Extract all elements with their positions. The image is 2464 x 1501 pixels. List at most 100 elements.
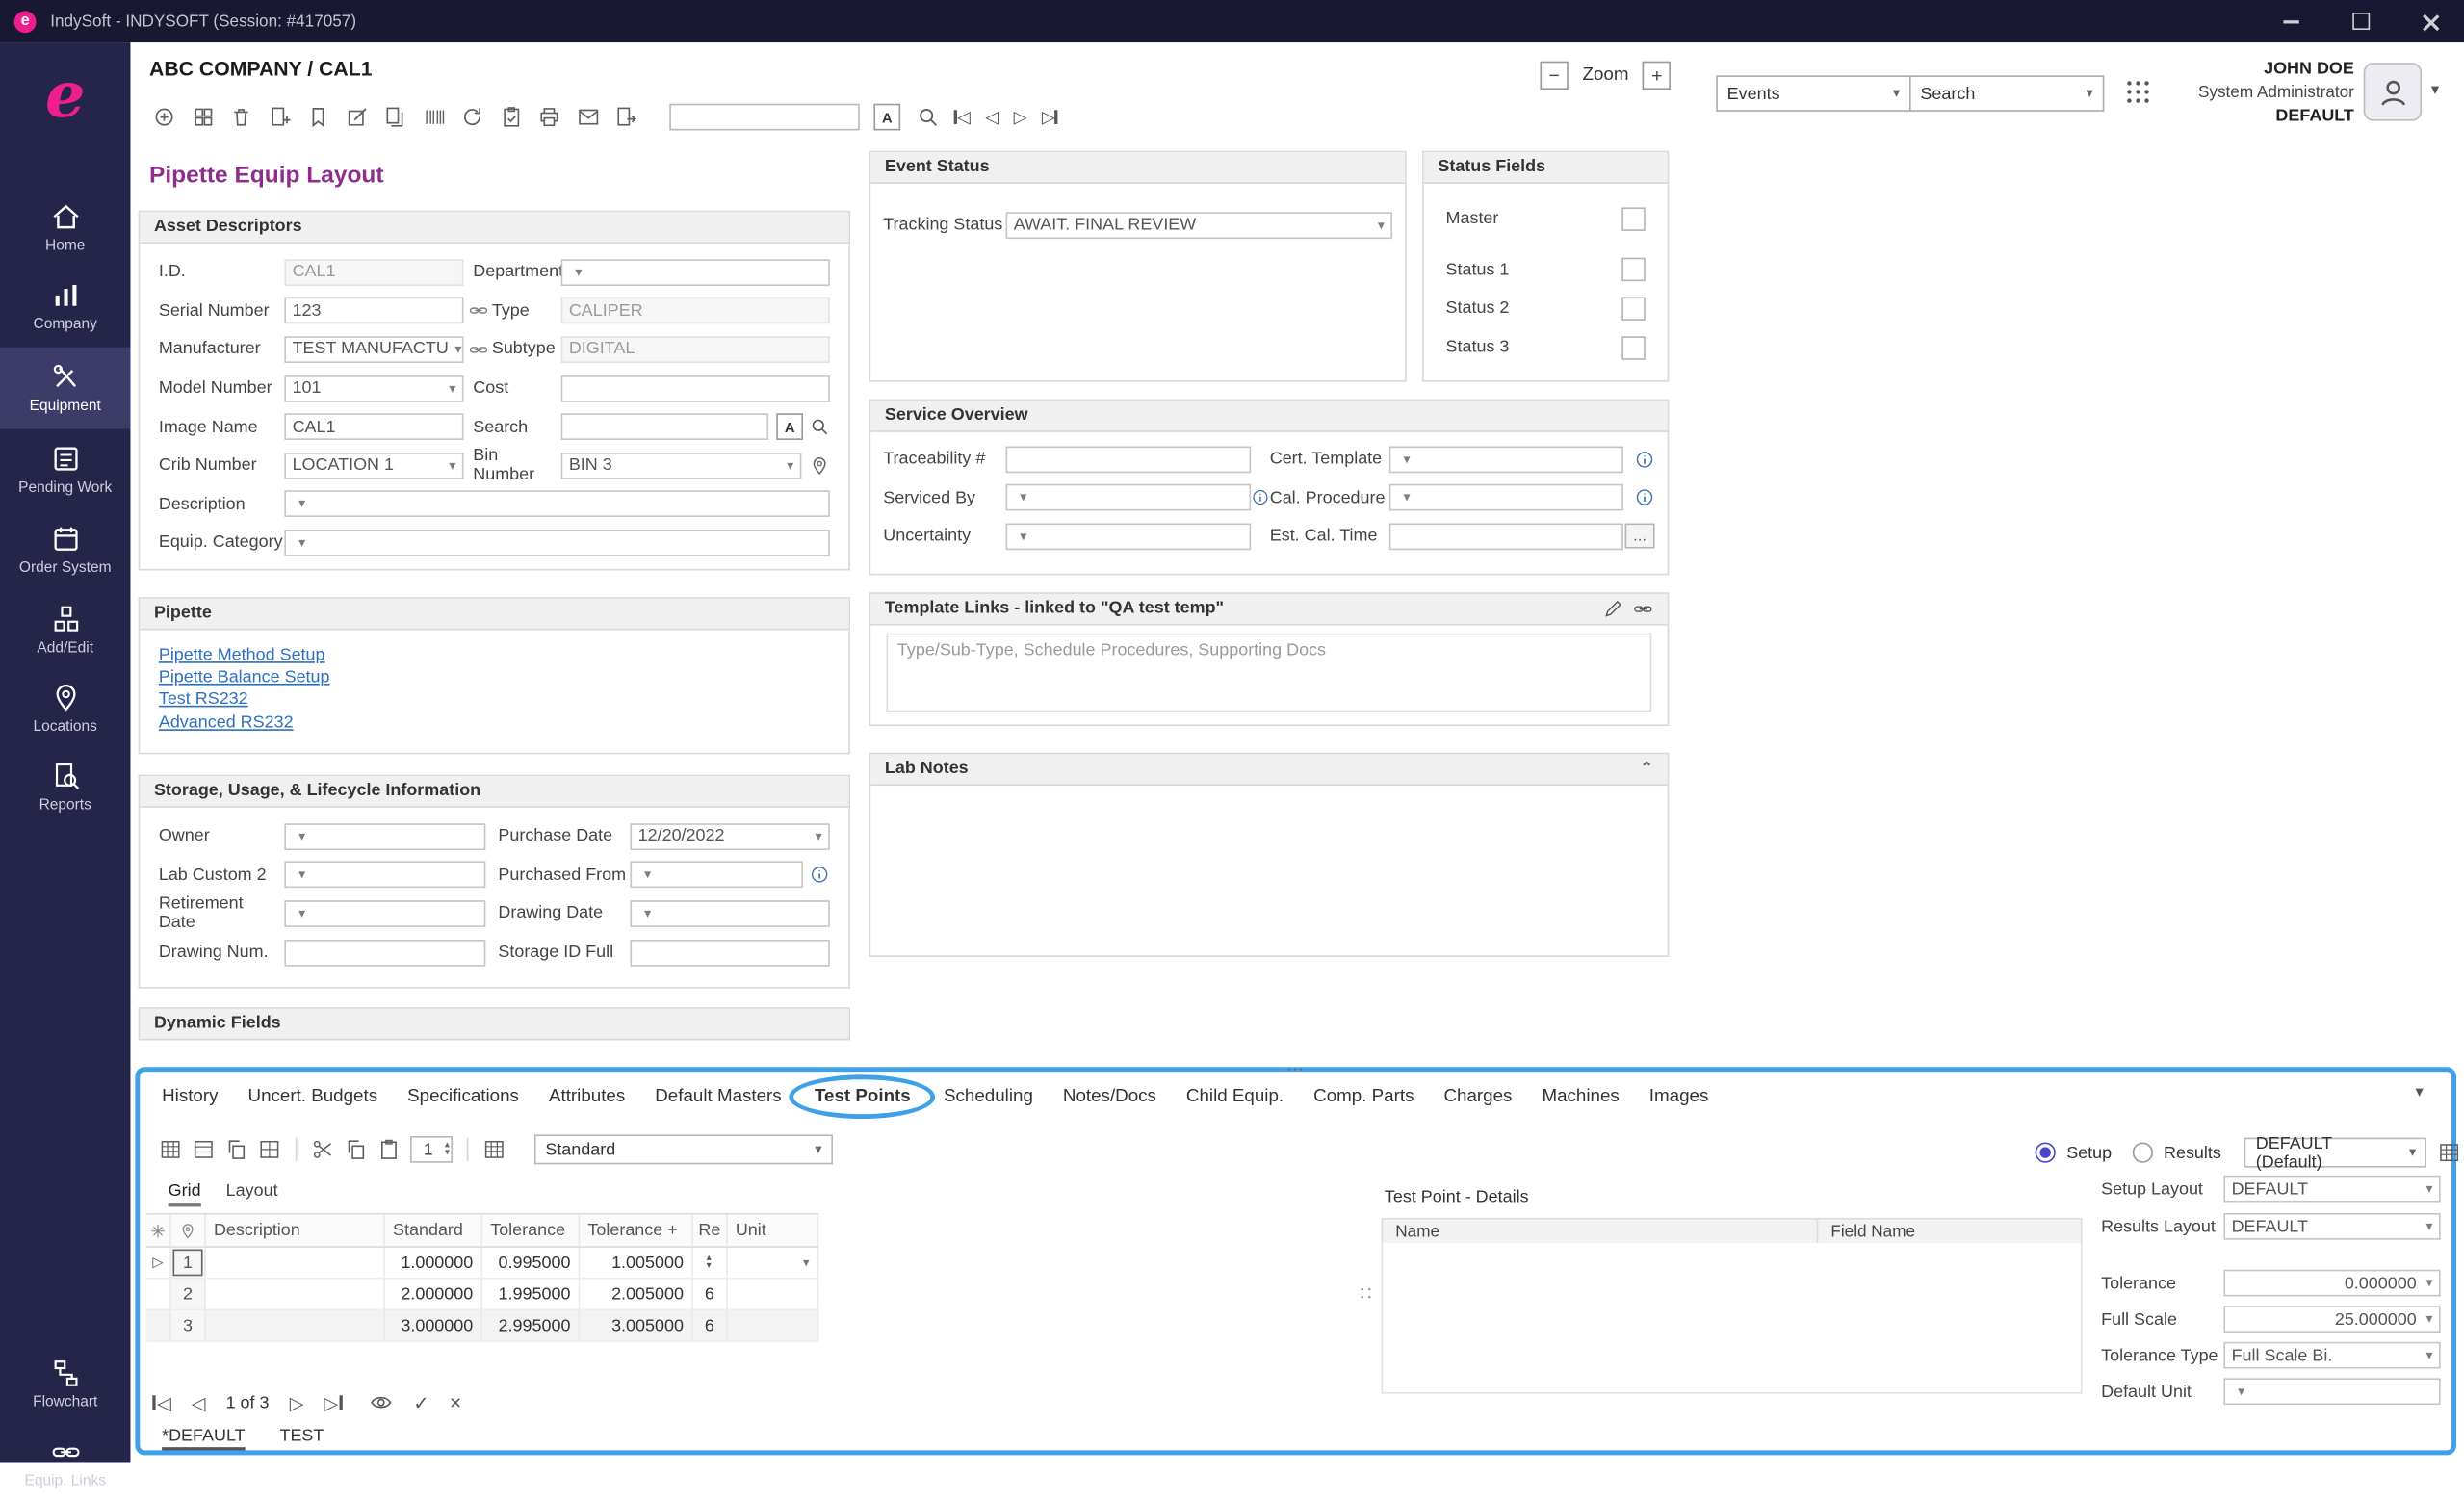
results-layout-dropdown[interactable]: DEFAULT bbox=[2223, 1213, 2440, 1240]
sidebar-item-order-system[interactable]: Order System bbox=[0, 512, 130, 587]
bookmark-icon[interactable] bbox=[306, 105, 329, 128]
view-grid-icon[interactable] bbox=[159, 1138, 182, 1161]
description-cell[interactable] bbox=[206, 1310, 385, 1340]
tab-uncert-budgets[interactable]: Uncert. Budgets bbox=[248, 1087, 378, 1106]
email-icon[interactable] bbox=[576, 105, 599, 128]
row-settings-icon[interactable] bbox=[149, 1222, 167, 1239]
duplicate-view-icon[interactable] bbox=[224, 1138, 247, 1161]
export-icon[interactable] bbox=[614, 105, 637, 128]
columns-icon[interactable] bbox=[482, 1138, 506, 1161]
est-cal-time-more-button[interactable]: … bbox=[1625, 524, 1655, 549]
add-icon[interactable] bbox=[152, 105, 175, 128]
full-scale-dropdown[interactable]: 25.000000 bbox=[2223, 1306, 2440, 1333]
column-header[interactable]: Tolerance bbox=[482, 1215, 580, 1247]
storage-id-full-field[interactable] bbox=[630, 939, 829, 966]
checklist-icon[interactable] bbox=[499, 105, 522, 128]
tab-child-equip[interactable]: Child Equip. bbox=[1186, 1087, 1284, 1106]
image-search-field[interactable] bbox=[561, 414, 768, 441]
pin-column-icon[interactable] bbox=[179, 1222, 196, 1239]
pipette-method-setup-link[interactable]: Pipette Method Setup bbox=[159, 644, 830, 666]
collapse-lab-notes-icon[interactable]: ⌃ bbox=[1640, 754, 1653, 784]
tolerance-minus-cell[interactable]: 2.995000 bbox=[482, 1310, 580, 1340]
avatar[interactable] bbox=[2364, 63, 2422, 120]
edit-icon[interactable] bbox=[345, 105, 368, 128]
lab-custom2-dropdown[interactable] bbox=[284, 862, 485, 889]
expand-row-icon[interactable]: ▷ bbox=[152, 1254, 163, 1271]
subtype-link-icon[interactable] bbox=[468, 340, 488, 360]
master-checkbox[interactable] bbox=[1621, 207, 1645, 230]
layout-select[interactable]: DEFAULT (Default) bbox=[2244, 1138, 2426, 1168]
manufacturer-dropdown[interactable]: TEST MANUFACTU bbox=[284, 336, 463, 363]
last-page-button[interactable]: ▷ bbox=[324, 1391, 342, 1413]
purchased-from-info-icon[interactable] bbox=[810, 865, 830, 885]
cal-procedure-info-icon[interactable] bbox=[1634, 488, 1654, 508]
previous-page-button[interactable]: ◁ bbox=[192, 1391, 205, 1413]
column-header[interactable]: Unit bbox=[728, 1215, 819, 1247]
description-dropdown[interactable] bbox=[284, 491, 829, 518]
refresh-icon[interactable] bbox=[460, 105, 483, 128]
tolerance-type-dropdown[interactable]: Full Scale Bi. bbox=[2223, 1342, 2440, 1369]
results-radio[interactable] bbox=[2132, 1143, 2152, 1163]
bin-number-dropdown[interactable]: BIN 3 bbox=[561, 453, 802, 479]
tab-attributes[interactable]: Attributes bbox=[549, 1087, 625, 1106]
sidebar-item-locations[interactable]: Locations bbox=[0, 671, 130, 746]
id-field[interactable]: CAL1 bbox=[284, 259, 463, 286]
sidebar-item-equipment[interactable]: Equipment bbox=[0, 348, 130, 429]
drawing-date-dropdown[interactable] bbox=[630, 900, 829, 927]
tab-specifications[interactable]: Specifications bbox=[407, 1087, 519, 1106]
collapse-panel-icon[interactable]: ▾ bbox=[2416, 1084, 2424, 1101]
new-document-icon[interactable] bbox=[268, 105, 291, 128]
details-body[interactable] bbox=[1382, 1243, 2083, 1394]
template-chain-link-icon[interactable] bbox=[1633, 599, 1653, 619]
details-fieldname-column[interactable]: Field Name bbox=[1818, 1220, 2081, 1243]
tab-history[interactable]: History bbox=[162, 1087, 218, 1106]
print-icon[interactable] bbox=[537, 105, 560, 128]
standard-cell[interactable]: 2.000000 bbox=[385, 1280, 482, 1309]
image-name-field[interactable]: CAL1 bbox=[284, 414, 463, 441]
events-dropdown[interactable]: Events bbox=[1716, 75, 1910, 112]
cert-template-dropdown[interactable] bbox=[1389, 446, 1623, 473]
status1-checkbox[interactable] bbox=[1621, 258, 1645, 281]
lab-notes-body[interactable] bbox=[870, 786, 1667, 950]
unit-cell[interactable] bbox=[728, 1310, 819, 1340]
description-cell[interactable] bbox=[206, 1248, 385, 1278]
crib-number-dropdown[interactable]: LOCATION 1 bbox=[284, 453, 463, 479]
copy-icon[interactable] bbox=[344, 1138, 367, 1161]
re-spinner[interactable]: ▴▾ bbox=[707, 1255, 713, 1270]
tab-default-masters[interactable]: Default Masters bbox=[655, 1087, 781, 1106]
est-cal-time-field[interactable] bbox=[1389, 523, 1623, 550]
layout-options-icon[interactable] bbox=[2438, 1141, 2461, 1164]
column-header[interactable]: Re bbox=[693, 1215, 728, 1247]
retirement-date-dropdown[interactable] bbox=[284, 900, 485, 927]
serial-number-field[interactable]: 123 bbox=[284, 298, 463, 324]
sidebar-item-equip-links[interactable]: Equip. Links bbox=[0, 1425, 130, 1500]
search-icon[interactable] bbox=[916, 105, 939, 128]
sidebar-item-flowchart[interactable]: Flowchart bbox=[0, 1347, 130, 1422]
re-cell[interactable]: 6 bbox=[693, 1280, 728, 1309]
panel-drag-handle[interactable]: ⋯ bbox=[1286, 1059, 1306, 1079]
tolerance-plus-cell[interactable]: 2.005000 bbox=[580, 1280, 693, 1309]
zoom-in-button[interactable]: + bbox=[1643, 62, 1671, 90]
tab-charges[interactable]: Charges bbox=[1443, 1087, 1512, 1106]
tab-test-points[interactable]: Test Points bbox=[812, 1087, 914, 1106]
view-rows-icon[interactable] bbox=[192, 1138, 215, 1161]
tab-comp-parts[interactable]: Comp. Parts bbox=[1313, 1087, 1414, 1106]
sidebar-item-home[interactable]: Home bbox=[0, 190, 130, 265]
status2-checkbox[interactable] bbox=[1621, 297, 1645, 320]
row-count-stepper[interactable]: 1 ▴▾ bbox=[410, 1136, 453, 1163]
tab-scheduling[interactable]: Scheduling bbox=[944, 1087, 1033, 1106]
delete-icon[interactable] bbox=[229, 105, 252, 128]
table-row[interactable]: 2 2.000000 1.995000 2.005000 6 bbox=[146, 1280, 819, 1311]
drawing-num-field[interactable] bbox=[284, 939, 485, 966]
tab-machines[interactable]: Machines bbox=[1542, 1087, 1619, 1106]
sheet-tab-test[interactable]: TEST bbox=[279, 1427, 324, 1450]
tolerance-plus-cell[interactable]: 3.005000 bbox=[580, 1310, 693, 1340]
next-record-button[interactable]: ▷ bbox=[1014, 107, 1027, 127]
equip-category-dropdown[interactable] bbox=[284, 530, 829, 556]
traceability-field[interactable] bbox=[1006, 446, 1252, 473]
cal-procedure-dropdown[interactable] bbox=[1389, 484, 1623, 511]
last-record-button[interactable]: ▷ bbox=[1042, 107, 1058, 127]
serviced-by-info-icon[interactable] bbox=[1251, 488, 1270, 508]
tab-notes-docs[interactable]: Notes/Docs bbox=[1063, 1087, 1156, 1106]
accept-check-icon[interactable]: ✓ bbox=[413, 1391, 428, 1413]
